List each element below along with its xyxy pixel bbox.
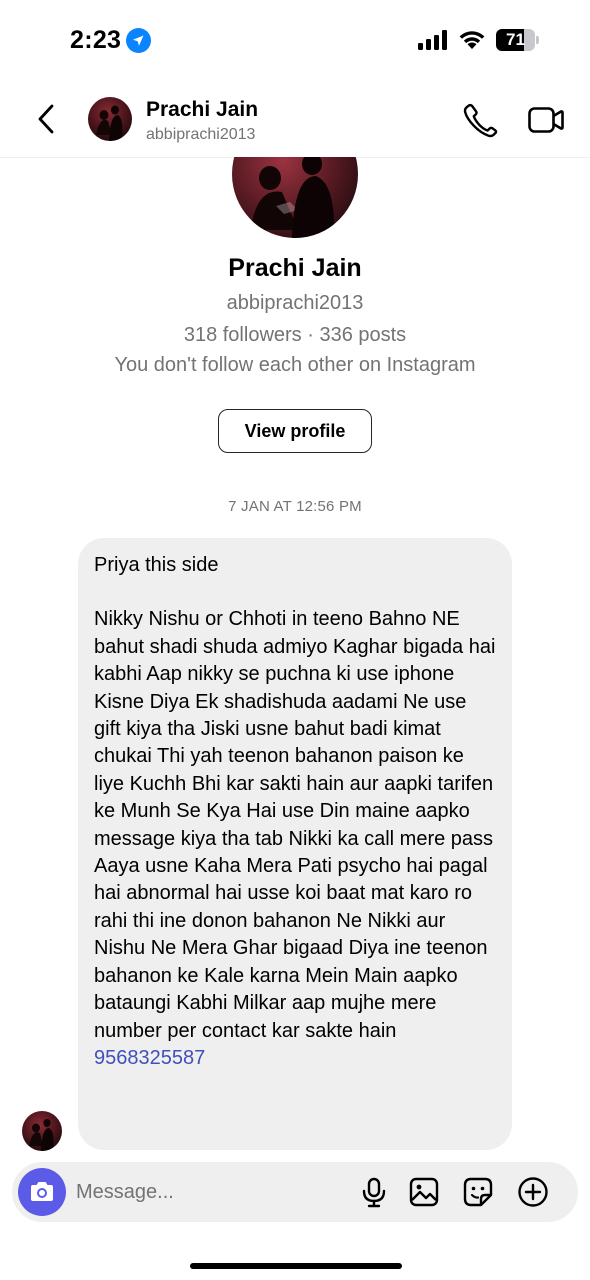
message-paragraph: Nikky Nishu or Chhoti in teeno Bahno NE … [94,608,496,658]
status-time: 2:23 [70,26,122,54]
phone-number-link[interactable]: 9568325587 [94,1047,205,1069]
phone-icon [463,103,498,138]
sender-avatar[interactable] [22,1111,62,1151]
microphone-icon [362,1177,386,1208]
signal-icon [418,30,450,50]
gallery-icon [409,1177,439,1207]
camera-button[interactable] [18,1168,66,1216]
header-contact-name[interactable]: Prachi Jain [146,98,258,122]
video-camera-icon [528,107,564,133]
message-timestamp: 7 JAN AT 12:56 PM [228,498,362,515]
message-paragraph-text: kabhi Aap nikky se puchna ki use iphone … [94,663,494,1042]
sticker-icon [463,1177,493,1207]
video-call-button[interactable] [527,102,565,138]
chat-header: Prachi Jain abbiprachi2013 [0,80,590,158]
status-bar: 2:23 71 [0,0,590,80]
camera-icon [31,1182,53,1201]
profile-avatar[interactable] [232,157,358,238]
back-chevron-icon [38,104,54,134]
audio-call-button[interactable] [462,102,498,138]
message-input[interactable] [76,1174,336,1210]
message-bubble[interactable]: Priya this side Nikky Nishu or Chhoti in… [78,538,512,1150]
profile-avatar-area [0,157,590,247]
gallery-button[interactable] [408,1176,440,1208]
location-arrow-icon [126,28,151,53]
view-profile-button[interactable]: View profile [218,409,372,453]
profile-username: abbiprachi2013 [226,292,364,314]
back-button[interactable] [30,102,64,136]
plus-circle-icon [518,1177,548,1207]
header-avatar[interactable] [88,97,132,141]
add-content-button[interactable] [517,1176,549,1208]
battery-icon: 71 [496,29,540,51]
profile-name: Prachi Jain [228,254,362,282]
follow-status: You don't follow each other on Instagram [114,354,476,376]
message-greeting: Priya this side [94,554,219,576]
message-paragraph-body: kabhi Aap nikky se puchna ki use iphone … [94,661,496,1072]
sticker-button[interactable] [462,1176,494,1208]
wifi-icon [458,28,486,50]
profile-stats: 318 followers · 336 posts [183,324,407,346]
header-contact-username: abbiprachi2013 [146,126,256,143]
microphone-button[interactable] [358,1176,390,1208]
home-indicator[interactable] [190,1263,402,1269]
battery-level: 71 [506,30,525,49]
message-composer [12,1162,578,1222]
